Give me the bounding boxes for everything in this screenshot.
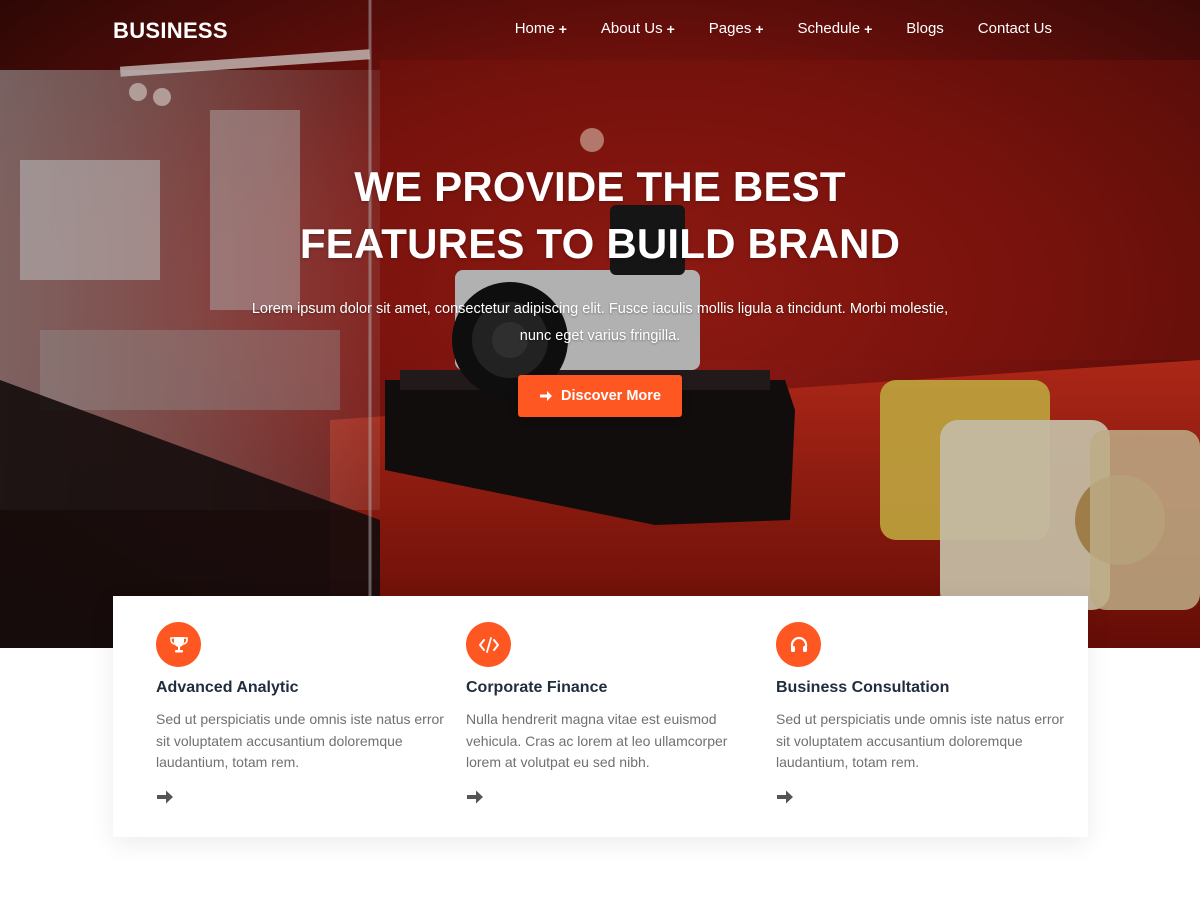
hero-title-line: WE PROVIDE THE BEST — [354, 163, 846, 210]
feature-title: Advanced Analytic — [156, 679, 299, 696]
top-navigation: BUSINESS Home + About Us + Pages + Sched… — [0, 0, 1200, 60]
nav-item-label: Schedule — [797, 20, 861, 37]
arrow-right-icon[interactable] — [776, 789, 794, 805]
nav-item-blogs[interactable]: Blogs — [906, 20, 944, 37]
hero-title: WE PROVIDE THE BEST FEATURES TO BUILD BR… — [0, 158, 1200, 272]
nav-item-label: Blogs — [906, 20, 944, 37]
feature-corporate-finance: Corporate Finance Nulla hendrerit magna … — [466, 596, 776, 837]
hero-section: BUSINESS Home + About Us + Pages + Sched… — [0, 0, 1200, 648]
nav-item-label: About Us — [600, 20, 663, 37]
features-card: Advanced Analytic Sed ut perspiciatis un… — [113, 596, 1088, 837]
hero-description: Lorem ipsum dolor sit amet, consectetur … — [250, 296, 950, 350]
feature-title: Business Consultation — [776, 679, 950, 696]
feature-advanced-analytic: Advanced Analytic Sed ut perspiciatis un… — [156, 596, 466, 837]
discover-more-label: Discover More — [561, 388, 661, 404]
nav-item-contact-us[interactable]: Contact Us — [978, 20, 1052, 37]
hero-description-line: Lorem ipsum dolor sit amet, consectetur … — [251, 301, 949, 317]
nav-item-pages[interactable]: Pages + — [709, 20, 764, 37]
arrow-right-icon[interactable] — [466, 789, 484, 805]
nav-item-schedule[interactable]: Schedule + — [798, 20, 873, 37]
arrow-right-icon[interactable] — [156, 789, 174, 805]
nav-item-about-us[interactable]: About Us + — [601, 20, 675, 37]
hero-title-line: FEATURES TO BUILD BRAND — [299, 220, 901, 267]
nav-item-home[interactable]: Home + — [515, 20, 567, 37]
plus-icon: + — [558, 20, 567, 37]
nav-item-label: Home — [514, 20, 555, 37]
nav-item-label: Pages — [708, 20, 752, 37]
brand-logo[interactable]: BUSINESS — [113, 18, 228, 44]
discover-more-button[interactable]: Discover More — [518, 375, 682, 417]
feature-text: Sed ut perspiciatis unde omnis iste natu… — [156, 711, 444, 770]
nav-item-label: Contact Us — [977, 20, 1052, 37]
feature-text: Sed ut perspiciatis unde omnis iste natu… — [776, 711, 1064, 770]
plus-icon: + — [755, 20, 764, 37]
headphones-icon — [776, 622, 821, 667]
main-menu: Home + About Us + Pages + Schedule + Blo… — [481, 20, 1052, 37]
feature-title: Corporate Finance — [466, 679, 608, 696]
feature-text: Nulla hendrerit magna vitae est euismod … — [466, 711, 728, 770]
arrow-right-icon — [539, 389, 553, 403]
feature-business-consultation: Business Consultation Sed ut perspiciati… — [776, 596, 1086, 837]
trophy-icon — [156, 622, 201, 667]
plus-icon: + — [666, 20, 675, 37]
hero-description-line: nunc eget varius fringilla. — [519, 328, 681, 344]
plus-icon: + — [864, 20, 873, 37]
code-icon — [466, 622, 511, 667]
